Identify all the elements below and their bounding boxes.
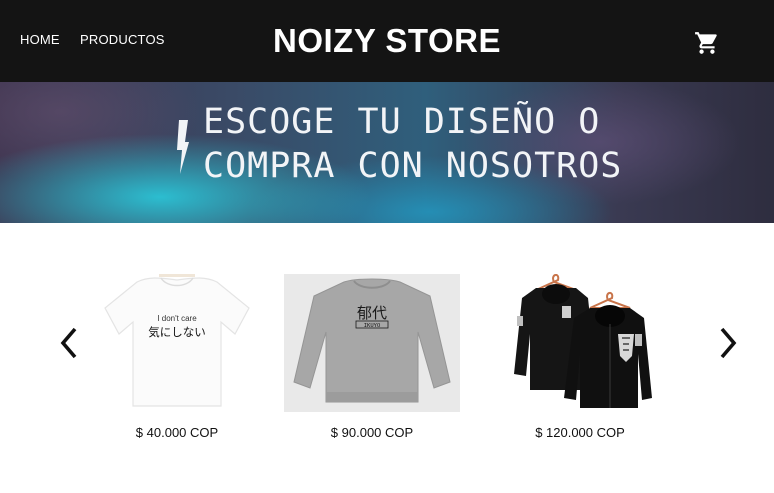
tshirt-print-text-en: I don't care (157, 314, 197, 323)
tshirt-print-text-jp: 気にしない (148, 325, 206, 339)
top-navbar: HOME PRODUCTOS NOIZY STORE (0, 0, 774, 82)
lightning-bolt-icon (176, 120, 190, 174)
product-card-hoodie[interactable] (492, 274, 668, 412)
sweatshirt-print-text-en: IKUYO (364, 323, 381, 329)
product-image-hoodie[interactable] (492, 274, 668, 412)
chevron-left-icon[interactable] (58, 326, 82, 360)
product-card-sweatshirt[interactable]: 郁代 IKUYO (284, 274, 460, 412)
product-price-3: $ 120.000 COP (535, 425, 625, 440)
shopping-cart-icon[interactable] (693, 30, 721, 56)
chevron-right-icon[interactable] (715, 326, 739, 360)
product-price-1: $ 40.000 COP (135, 425, 219, 440)
product-image-sweatshirt[interactable]: 郁代 IKUYO (284, 274, 460, 412)
product-price-2: $ 90.000 COP (330, 425, 414, 440)
hero-banner: ESCOGE TU DISEÑO O COMPRA CON NOSOTROS (0, 82, 774, 223)
brand-title: NOIZY STORE (0, 22, 774, 60)
hero-headline-line-1: ESCOGE TU DISEÑO O (203, 102, 601, 142)
product-card-tshirt[interactable]: I don't care 気にしない (89, 274, 265, 412)
sweatshirt-print-text-jp: 郁代 (357, 304, 387, 322)
product-image-tshirt[interactable]: I don't care 気にしない (89, 274, 265, 412)
brand-title-text[interactable]: NOIZY STORE (273, 22, 501, 60)
hero-headline-line-2: COMPRA CON NOSOTROS (203, 146, 623, 186)
